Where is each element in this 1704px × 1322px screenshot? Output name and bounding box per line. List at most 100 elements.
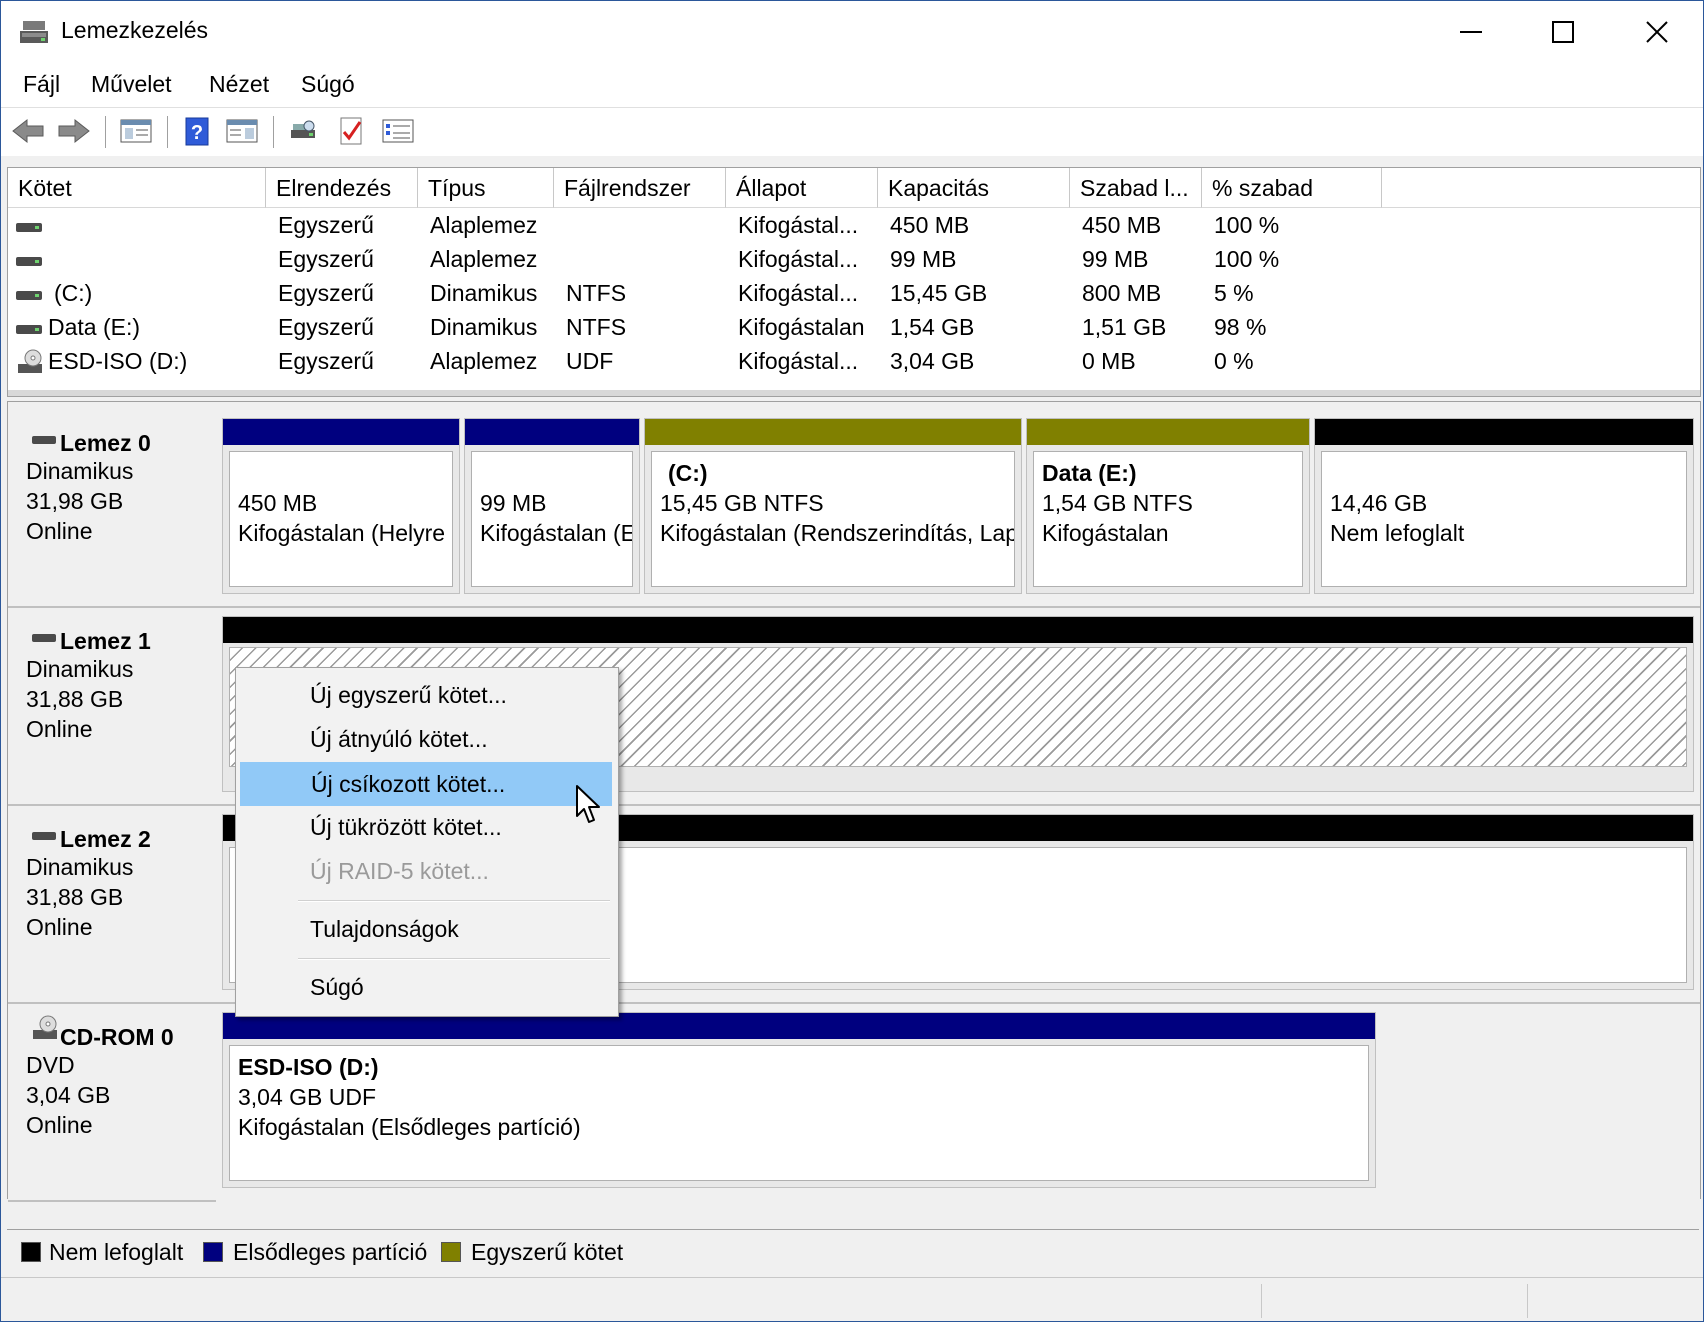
volume-capacity: 3,04 GB (890, 348, 975, 374)
menu-item-new-simple-volume[interactable]: Új egyszerű kötet... (240, 674, 612, 718)
partition-title: ESD-ISO (D:) (238, 1054, 379, 1080)
column-header-layout[interactable]: Elrendezés (266, 168, 418, 208)
menu-item-label: Új RAID-5 kötet... (310, 858, 489, 884)
volume-capacity: 99 MB (890, 246, 957, 272)
disk-icon (32, 634, 56, 642)
volume-capacity: 1,54 GB (890, 314, 975, 340)
minimize-button[interactable] (1425, 1, 1517, 63)
column-header-capacity[interactable]: Kapacitás (878, 168, 1070, 208)
partition-color-bar (223, 617, 1693, 643)
title-bar[interactable]: Lemezkezelés (1, 1, 1703, 63)
forward-icon[interactable] (57, 116, 91, 146)
table-row[interactable]: (C:) Egyszerű Dinamikus NTFS Kifogástal.… (8, 278, 1700, 312)
menu-item-new-spanned-volume[interactable]: Új átnyúló kötet... (240, 718, 612, 762)
disk-management-window: Lemezkezelés Fájl Művelet Nézet Súgó ? K… (0, 0, 1704, 1322)
column-header-type[interactable]: Típus (418, 168, 554, 208)
volume-name: ESD-ISO (D:) (48, 348, 188, 374)
menu-item-label: Új átnyúló kötet... (310, 726, 488, 752)
partition-esd-iso-d[interactable]: ESD-ISO (D:) 3,04 GB UDF Kifogástalan (E… (222, 1012, 1376, 1188)
table-row[interactable]: Egyszerű Alaplemez Kifogástal... 450 MB … (8, 210, 1700, 244)
horizontal-scrollbar[interactable] (8, 390, 1700, 396)
close-button[interactable] (1611, 1, 1703, 63)
maximize-button[interactable] (1517, 1, 1609, 63)
menu-action[interactable]: Művelet (91, 71, 172, 98)
menu-help[interactable]: Súgó (301, 71, 355, 98)
status-bar-separator (1527, 1284, 1528, 1318)
legend-swatch-unallocated (21, 1242, 41, 1262)
mouse-cursor-icon (576, 785, 600, 823)
legend-label-simple-volume: Egyszerű kötet (471, 1239, 624, 1265)
volume-layout: Egyszerű (278, 314, 374, 340)
console-tree-icon[interactable] (119, 116, 153, 146)
partition-size: 15,45 GB NTFS (660, 490, 824, 516)
volume-type: Alaplemez (430, 246, 538, 272)
minimize-icon (1460, 31, 1482, 33)
menu-item-new-raid5-volume: Új RAID-5 kötet... (240, 850, 612, 894)
legend: Nem lefoglalt Elsődleges partíció Egysze… (7, 1229, 1699, 1274)
partition-size: 450 MB (238, 490, 318, 516)
menu-item-new-mirrored-volume[interactable]: Új tükrözött kötet... (240, 806, 612, 850)
drive-icon (16, 257, 42, 266)
menu-item-label: Új csíkozott kötet... (311, 771, 506, 797)
volume-status: Kifogástal... (738, 246, 859, 272)
disk-info-lemez-0[interactable]: Lemez 0 Dinamikus 31,98 GB Online (8, 410, 216, 608)
volume-type: Dinamikus (430, 314, 538, 340)
volume-percent-free: 100 % (1214, 246, 1280, 272)
help-icon[interactable]: ? (181, 116, 215, 146)
partition-c[interactable]: (C:) 15,45 GB NTFS Kifogástalan (Rendsze… (644, 418, 1022, 594)
check-icon[interactable] (335, 116, 369, 146)
menu-bar: Fájl Művelet Nézet Súgó (1, 63, 1703, 108)
menu-item-label: Súgó (310, 974, 364, 1000)
partition-unallocated[interactable]: 14,46 GB Nem lefoglalt (1314, 418, 1694, 594)
volume-capacity: 15,45 GB (890, 280, 988, 306)
cd-drive-icon (33, 1015, 57, 1039)
menu-item-new-striped-volume[interactable]: Új csíkozott kötet... (240, 762, 612, 806)
back-icon[interactable] (11, 116, 45, 146)
table-row[interactable]: Data (E:) Egyszerű Dinamikus NTFS Kifogá… (8, 312, 1700, 346)
volume-layout: Egyszerű (278, 280, 374, 306)
disk-icon (32, 436, 56, 444)
drive-icon (16, 325, 42, 334)
disk-state: Online (26, 914, 93, 940)
volume-layout: Egyszerű (278, 348, 374, 374)
partition-status: Kifogástalan (E (480, 520, 633, 546)
column-header-volume[interactable]: Kötet (8, 168, 266, 208)
volume-capacity: 450 MB (890, 212, 970, 238)
menu-item-help[interactable]: Súgó (240, 966, 612, 1010)
volume-filesystem: NTFS (566, 280, 627, 306)
legend-swatch-simple-volume (441, 1242, 461, 1262)
disk-partitions-cd-rom-0: ESD-ISO (D:) 3,04 GB UDF Kifogástalan (E… (214, 1004, 1700, 1200)
disk-info-lemez-1[interactable]: Lemez 1 Dinamikus 31,88 GB Online (8, 608, 216, 806)
properties-icon[interactable] (381, 116, 415, 146)
partition-body: ESD-ISO (D:) 3,04 GB UDF Kifogástalan (E… (229, 1045, 1369, 1181)
partition-data-e[interactable]: Data (E:) 1,54 GB NTFS Kifogástalan (1026, 418, 1310, 594)
column-header-filesystem[interactable]: Fájlrendszer (554, 168, 726, 208)
partition-body: 450 MB Kifogástalan (Helyre (229, 451, 453, 587)
volume-type: Alaplemez (430, 348, 538, 374)
volume-name: Data (E:) (48, 314, 141, 340)
column-header-percent-free[interactable]: % szabad (1202, 168, 1382, 208)
column-header-status[interactable]: Állapot (726, 168, 878, 208)
volume-percent-free: 5 % (1214, 280, 1254, 306)
drive-icon (16, 291, 42, 300)
rescan-disks-icon[interactable] (287, 116, 321, 146)
partition[interactable]: 99 MB Kifogástalan (E (464, 418, 640, 594)
table-row[interactable]: Egyszerű Alaplemez Kifogástal... 99 MB 9… (8, 244, 1700, 278)
menu-view[interactable]: Nézet (209, 71, 269, 98)
menu-file[interactable]: Fájl (23, 71, 60, 98)
menu-item-properties[interactable]: Tulajdonságok (240, 908, 612, 952)
disk-name: Lemez 1 (60, 628, 151, 654)
disk-info-lemez-2[interactable]: Lemez 2 Dinamikus 31,88 GB Online (8, 806, 216, 1004)
volume-type: Dinamikus (430, 280, 538, 306)
table-row[interactable]: ESD-ISO (D:) Egyszerű Alaplemez UDF Kifo… (8, 346, 1700, 380)
cd-drive-icon (18, 349, 42, 373)
partition[interactable]: 450 MB Kifogástalan (Helyre (222, 418, 460, 594)
disk-partitions-lemez-0: 450 MB Kifogástalan (Helyre 99 MB Kifogá… (214, 410, 1700, 608)
partition-color-bar (223, 419, 459, 445)
partition-body: 99 MB Kifogástalan (E (471, 451, 633, 587)
column-header-free-space[interactable]: Szabad l... (1070, 168, 1202, 208)
disk-info-cd-rom-0[interactable]: CD-ROM 0 DVD 3,04 GB Online (8, 1004, 216, 1202)
partition-color-bar (1315, 419, 1693, 445)
show-hide-action-pane-icon[interactable] (225, 116, 259, 146)
disk-state: Online (26, 518, 93, 544)
